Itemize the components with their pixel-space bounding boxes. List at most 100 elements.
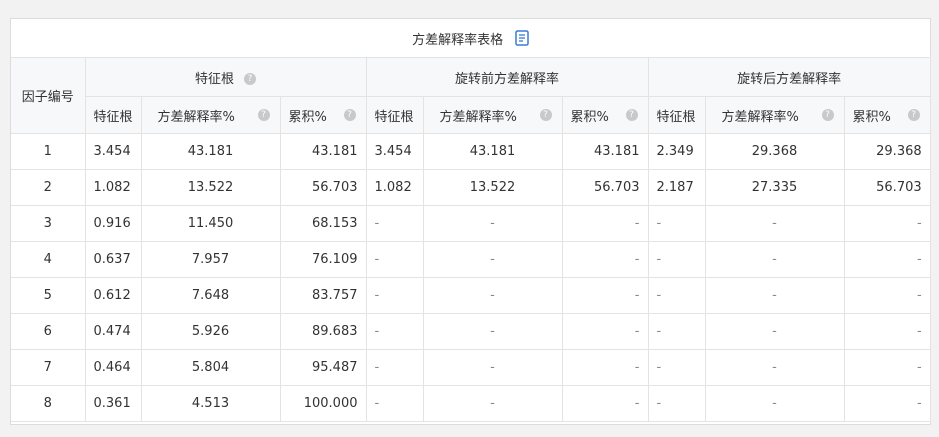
table-cell: 100.000	[279, 385, 367, 422]
table-cell: -	[365, 241, 424, 278]
table-cell: -	[704, 313, 845, 350]
table-row: 4 0.637 7.957 76.109- - - - - -	[11, 241, 931, 278]
table-cell: 27.335	[704, 169, 845, 206]
table-cell: 7.648	[140, 277, 281, 314]
factor-number-cell: 2	[11, 169, 86, 206]
table-cell: 29.368	[704, 133, 845, 170]
table-cell: -	[365, 277, 424, 314]
table-cell: 2.187	[647, 169, 706, 206]
table-cell: -	[647, 349, 706, 386]
table-cell: -	[422, 241, 563, 278]
table-cell: -	[843, 241, 931, 278]
table-cell: 13.522	[422, 169, 563, 206]
table-cell: -	[365, 205, 424, 242]
table-title-cell: 方差解释率表格	[11, 19, 931, 58]
table-cell: -	[561, 385, 649, 422]
help-icon[interactable]: ?	[625, 109, 638, 121]
table-cell: 89.683	[279, 313, 367, 350]
table-cell: 0.916	[84, 205, 142, 242]
table-cell: 4.513	[140, 385, 281, 422]
factor-number-cell: 6	[11, 313, 86, 350]
factor-number-cell: 7	[11, 349, 86, 386]
table-row: 6 0.474 5.926 89.683- - - - - -	[11, 313, 931, 350]
table-cell: 56.703	[843, 169, 931, 206]
help-icon[interactable]: ?	[539, 109, 552, 121]
table-row: 3 0.916 11.450 68.153- - - - - -	[11, 205, 931, 242]
table-cell: 13.522	[140, 169, 281, 206]
column-header: 方差解释率%?	[140, 96, 281, 134]
table-cell: 43.181	[422, 133, 563, 170]
column-header: 累积%?	[561, 96, 649, 134]
table-cell: 0.637	[84, 241, 142, 278]
table-cell: 3.454	[365, 133, 424, 170]
help-icon[interactable]: ?	[244, 73, 256, 85]
table-cell: 43.181	[140, 133, 281, 170]
table-cell: 43.181	[561, 133, 649, 170]
table-cell: -	[365, 349, 424, 386]
table-cell: -	[561, 205, 649, 242]
table-cell: 29.368	[843, 133, 931, 170]
table-cell: -	[365, 313, 424, 350]
factor-number-cell: 3	[11, 205, 86, 242]
table-cell: 56.703	[561, 169, 649, 206]
table-cell: 0.361	[84, 385, 142, 422]
table-row: 5 0.612 7.648 83.757- - - - - -	[11, 277, 931, 314]
table-cell: -	[647, 205, 706, 242]
table-cell: -	[843, 205, 931, 242]
table-cell: 7.957	[140, 241, 281, 278]
table-cell: -	[704, 277, 845, 314]
factor-number-cell: 5	[11, 277, 86, 314]
help-icon[interactable]: ?	[257, 109, 270, 121]
column-header: 特征根	[365, 96, 424, 134]
table-cell: 0.474	[84, 313, 142, 350]
column-header: 特征根	[84, 96, 142, 134]
table-cell: 68.153	[279, 205, 367, 242]
table-cell: -	[843, 313, 931, 350]
column-header: 累积%?	[279, 96, 367, 134]
factor-number-cell: 1	[11, 133, 86, 170]
table-cell: 1.082	[84, 169, 142, 206]
help-icon[interactable]: ?	[343, 109, 356, 121]
table-cell: -	[704, 349, 845, 386]
document-icon[interactable]	[515, 30, 529, 46]
table-cell: -	[422, 313, 563, 350]
table-cell: 95.487	[279, 349, 367, 386]
column-header: 特征根	[647, 96, 706, 134]
column-header: 方差解释率%?	[422, 96, 563, 134]
table-cell: -	[561, 277, 649, 314]
table-cell: 5.804	[140, 349, 281, 386]
column-header: 累积%?	[843, 96, 931, 134]
table-cell: -	[647, 241, 706, 278]
column-header: 方差解释率%?	[704, 96, 845, 134]
table-cell: -	[647, 385, 706, 422]
variance-table-panel: 方差解释率表格 因子编号 特征根? 旋转前方差解释率 旋转后方差解释率 特征根方…	[10, 18, 931, 425]
table-cell: -	[422, 385, 563, 422]
table-cell: -	[843, 349, 931, 386]
group-header-eigenvalue: 特征根?	[84, 57, 367, 97]
factor-number-header: 因子编号	[11, 57, 86, 134]
variance-explained-table: 方差解释率表格 因子编号 特征根? 旋转前方差解释率 旋转后方差解释率 特征根方…	[11, 19, 931, 422]
table-cell: -	[843, 385, 931, 422]
table-cell: 43.181	[279, 133, 367, 170]
table-cell: -	[843, 277, 931, 314]
table-cell: -	[422, 205, 563, 242]
table-cell: 56.703	[279, 169, 367, 206]
table-cell: -	[422, 277, 563, 314]
table-row: 1 3.454 43.181 43.181 3.454 43.181 43.181 2.349…	[11, 133, 931, 170]
table-row: 2 1.082 13.522 56.703 1.082 13.522 56.703 2.187…	[11, 169, 931, 206]
table-cell: 11.450	[140, 205, 281, 242]
table-cell: -	[704, 241, 845, 278]
group-header-post-rotation: 旋转后方差解释率	[647, 57, 931, 97]
help-icon[interactable]: ?	[907, 109, 920, 121]
table-cell: 83.757	[279, 277, 367, 314]
table-cell: -	[647, 277, 706, 314]
help-icon[interactable]: ?	[821, 109, 834, 121]
table-cell: -	[704, 205, 845, 242]
table-cell: -	[647, 313, 706, 350]
table-title: 方差解释率表格	[412, 32, 504, 48]
table-row: 8 0.361 4.513 100.000- - - - - -	[11, 385, 931, 422]
table-cell: 1.082	[365, 169, 424, 206]
table-cell: 0.612	[84, 277, 142, 314]
table-cell: 2.349	[647, 133, 706, 170]
table-cell: -	[561, 241, 649, 278]
